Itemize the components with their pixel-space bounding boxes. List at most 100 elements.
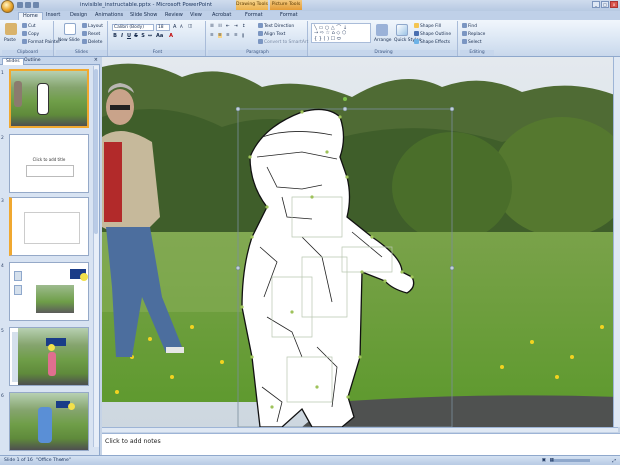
slide-subtitle-box: [26, 165, 74, 177]
char-spacing-button[interactable]: ↔: [147, 33, 153, 39]
clear-formatting-icon[interactable]: ◫: [188, 24, 192, 29]
slide-thumbnail-6[interactable]: [9, 392, 89, 451]
align-left-icon[interactable]: ≡: [210, 33, 214, 38]
underline-button[interactable]: U: [126, 33, 132, 39]
office-button[interactable]: [1, 0, 14, 13]
binoculars-icon: [462, 23, 467, 28]
slide-thumbnail-3[interactable]: [9, 197, 89, 256]
arrange-button[interactable]: Arrange: [374, 38, 392, 43]
convert-smartart-button[interactable]: Convert to SmartArt: [258, 39, 308, 45]
paste-button[interactable]: Paste: [4, 38, 16, 43]
select-button[interactable]: Select: [462, 39, 482, 45]
line-spacing-icon[interactable]: ↕: [242, 24, 246, 29]
tab-review[interactable]: Review: [165, 12, 183, 18]
tab-outline[interactable]: Outline: [24, 58, 41, 63]
horizontal-scrollbar[interactable]: [102, 427, 618, 432]
shrink-font-button[interactable]: A: [180, 24, 183, 29]
change-case-button[interactable]: Aa: [156, 33, 163, 39]
slide-sun-icon: [68, 403, 75, 410]
slide-thumbnail-2[interactable]: Click to add title: [9, 134, 89, 193]
tab-animations[interactable]: Animations: [95, 12, 123, 18]
slide-sorter-icon[interactable]: ▦: [550, 458, 554, 463]
slide-thumbnail-1[interactable]: [9, 69, 89, 128]
slide-photo: [36, 285, 74, 313]
bullets-icon[interactable]: ☰: [210, 24, 214, 29]
smartart-icon: [258, 39, 263, 44]
normal-view-icon[interactable]: ▣: [542, 458, 546, 463]
decrease-indent-icon[interactable]: ⇤: [226, 24, 230, 29]
vertical-scrollbar[interactable]: [613, 57, 620, 427]
shape-callout-icon[interactable]: { } ( ) ☐ ⬭: [314, 36, 341, 42]
grow-font-button[interactable]: A: [173, 24, 176, 30]
fit-to-window-icon[interactable]: ⤢: [612, 458, 616, 464]
effects-icon: [414, 39, 419, 44]
font-name-combo[interactable]: Calibri (Body): [112, 24, 154, 31]
new-slide-button[interactable]: New Slide: [58, 38, 80, 43]
new-slide-icon[interactable]: [64, 23, 76, 35]
tab-format-picture[interactable]: Format: [280, 12, 298, 18]
shape-fill-button[interactable]: Shape Fill: [414, 23, 441, 29]
reset-button[interactable]: Reset: [82, 31, 100, 37]
shape-outline-button[interactable]: Shape Outline: [414, 31, 451, 37]
save-icon[interactable]: [17, 2, 23, 8]
quick-styles-icon[interactable]: [396, 24, 408, 36]
freeform-shape[interactable]: [102, 57, 620, 427]
zoom-slider[interactable]: [550, 459, 590, 462]
tab-design[interactable]: Design: [70, 12, 87, 18]
close-pane-icon[interactable]: ×: [94, 57, 98, 63]
tab-slide-show[interactable]: Slide Show: [130, 12, 157, 18]
shapes-gallery[interactable]: ╲ ▭ ○ △ ⌒ ↓ → ⇨ ☆ ⌂ ◇ ⬡ { } ( ) ☐ ⬭: [311, 23, 371, 43]
delete-button[interactable]: Delete: [82, 39, 102, 45]
align-center-icon[interactable]: ≡: [218, 33, 222, 38]
minimize-button[interactable]: _: [592, 1, 600, 8]
tab-insert[interactable]: Insert: [46, 12, 60, 18]
text-direction-label: Text Direction: [264, 24, 295, 29]
columns-icon[interactable]: ⫼: [242, 33, 244, 39]
tab-acrobat[interactable]: Acrobat: [212, 12, 231, 18]
layout-button[interactable]: Layout: [82, 23, 103, 29]
slide-icon-box: [14, 271, 22, 281]
tab-home[interactable]: Home: [18, 12, 43, 20]
maximize-button[interactable]: □: [601, 1, 609, 8]
justify-icon[interactable]: ≡: [234, 33, 238, 38]
align-right-icon[interactable]: ≡: [226, 33, 230, 38]
shape-effects-button[interactable]: Shape Effects: [414, 39, 450, 45]
copy-button[interactable]: Copy: [22, 31, 39, 37]
notes-placeholder[interactable]: Click to add notes: [105, 438, 161, 445]
close-button[interactable]: x: [610, 1, 618, 8]
undo-icon[interactable]: [25, 2, 31, 8]
tab-view[interactable]: View: [190, 12, 202, 18]
notes-pane[interactable]: Click to add notes: [102, 433, 620, 455]
thumb-child: [48, 352, 56, 376]
align-text-button[interactable]: Align Text: [258, 31, 285, 37]
contextual-tab-picture-tools: Picture Tools: [270, 0, 302, 10]
shadow-button[interactable]: S: [140, 33, 146, 39]
arrange-icon[interactable]: [376, 24, 388, 36]
slide-thumbnail-5[interactable]: [9, 327, 89, 386]
slides-group-label: Slides: [56, 50, 107, 56]
redo-icon[interactable]: [33, 2, 39, 8]
slides-pane-scroll-thumb[interactable]: [94, 69, 98, 234]
font-group: Calibri (Body) 18 A A ◫ B I U S S ↔ Aa A…: [110, 21, 206, 56]
slide-canvas[interactable]: [102, 57, 620, 427]
slide-thumbnail-4[interactable]: [9, 262, 89, 321]
slide-number: 4: [1, 264, 4, 269]
font-color-button[interactable]: A: [168, 33, 174, 39]
paste-icon[interactable]: [5, 23, 17, 35]
replace-button[interactable]: Replace: [462, 31, 485, 37]
clipboard-group: Paste Cut Copy Format Painter Clipboard: [2, 21, 60, 56]
text-direction-button[interactable]: Text Direction: [258, 23, 294, 29]
cut-button[interactable]: Cut: [22, 23, 36, 29]
italic-button[interactable]: I: [119, 33, 125, 39]
numbering-icon[interactable]: ☷: [218, 24, 222, 29]
increase-indent-icon[interactable]: ⇥: [234, 24, 238, 29]
slide-title-placeholder: Click to add title: [32, 157, 66, 162]
font-size-combo[interactable]: 18: [156, 24, 170, 31]
tab-slides[interactable]: Slides: [2, 58, 24, 65]
find-button[interactable]: Find: [462, 23, 477, 29]
bold-button[interactable]: B: [112, 33, 118, 39]
tab-format-drawing[interactable]: Format: [245, 12, 263, 18]
format-painter-button[interactable]: Format Painter: [22, 39, 60, 45]
strikethrough-button[interactable]: S: [133, 33, 139, 39]
spellcheck-icon[interactable]: ✓: [60, 458, 64, 463]
